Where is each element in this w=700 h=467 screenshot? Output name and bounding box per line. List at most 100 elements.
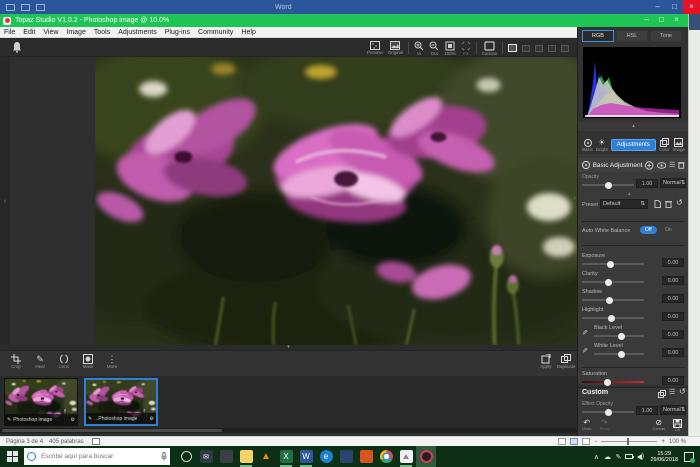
original-button[interactable]: Original xyxy=(388,41,404,55)
tab-adjustments-active[interactable]: Adjustments xyxy=(611,139,656,151)
taskbar-app-dark[interactable] xyxy=(216,446,236,467)
zoom-out-control[interactable]: − xyxy=(594,439,598,445)
redo-icon[interactable] xyxy=(36,4,45,11)
gear-icon[interactable]: ⚙ xyxy=(150,416,154,422)
exposure-value[interactable]: 0.00 xyxy=(662,258,684,267)
ok-button[interactable]: OK xyxy=(673,419,682,432)
reset-preset-icon[interactable]: ↺ xyxy=(676,198,683,207)
gear-icon[interactable]: ⚙ xyxy=(71,417,75,423)
slider-thumb[interactable] xyxy=(608,315,615,322)
left-panel-collapse-handle[interactable]: ‹ xyxy=(0,57,10,345)
taskbar-app-orange[interactable] xyxy=(356,446,376,467)
slider-thumb[interactable] xyxy=(605,409,612,416)
effect-blend-mode-select[interactable]: Normal⇅ xyxy=(660,405,686,415)
awb-off-toggle[interactable]: Off xyxy=(640,226,657,234)
word-close-button[interactable]: × xyxy=(683,0,700,14)
saturation-slider[interactable] xyxy=(582,381,644,383)
redo-button[interactable]: ↷ Redo xyxy=(600,419,610,431)
zoom-out-button[interactable]: Out xyxy=(429,41,439,56)
canvas-button[interactable]: Canvas xyxy=(482,41,497,56)
visibility-eye-icon[interactable] xyxy=(657,162,666,169)
tab-color[interactable]: Color xyxy=(659,138,670,152)
battery-icon[interactable] xyxy=(625,453,633,461)
onedrive-cloud-icon[interactable]: ☁ xyxy=(603,453,611,461)
tray-expand-icon[interactable]: ∧ xyxy=(592,453,600,461)
slider-thumb[interactable] xyxy=(605,279,612,286)
black-level-eyedropper-icon[interactable]: ✎ xyxy=(582,329,588,337)
web-layout-icon[interactable] xyxy=(582,438,590,445)
awb-on-toggle[interactable]: On xyxy=(660,226,677,234)
tab-basic[interactable]: Basic xyxy=(582,139,593,152)
white-level-eyedropper-icon[interactable]: ✎ xyxy=(582,347,588,355)
highlight-value[interactable]: 0.00 xyxy=(662,312,684,321)
word-word-count[interactable]: 405 palabras xyxy=(49,439,84,445)
menu-icon[interactable]: ☰ xyxy=(669,161,675,169)
zoom-100-button[interactable]: 100% xyxy=(444,41,456,56)
menu-image[interactable]: Image xyxy=(62,29,89,36)
shadow-value[interactable]: 0.00 xyxy=(662,294,684,303)
filmstrip-item[interactable]: ✎ Photoshop image ⚙ xyxy=(4,378,78,426)
menu-view[interactable]: View xyxy=(39,29,62,36)
taskbar-search[interactable] xyxy=(24,448,170,465)
shadow-slider[interactable] xyxy=(582,299,644,301)
word-zoom-slider[interactable] xyxy=(601,441,657,442)
save-icon[interactable] xyxy=(6,4,15,11)
histogram-tab-hsl[interactable]: HSL xyxy=(616,30,648,42)
slider-thumb[interactable] xyxy=(618,351,625,358)
word-page-indicator[interactable]: Página 3 de 4 xyxy=(6,439,43,445)
white-level-slider[interactable] xyxy=(594,353,644,355)
save-preset-icon[interactable] xyxy=(654,200,661,208)
white-level-value[interactable]: 0.00 xyxy=(662,348,684,357)
black-level-slider[interactable] xyxy=(594,335,644,337)
view-side-by-side-button[interactable] xyxy=(548,45,556,52)
lens-tool-button[interactable]: Lens xyxy=(54,354,74,369)
histogram-tab-rgb[interactable]: RGB xyxy=(582,30,614,42)
taskbar-app-blue[interactable] xyxy=(336,446,356,467)
preview-button[interactable]: Preview xyxy=(367,41,383,55)
clarity-slider[interactable] xyxy=(582,281,644,283)
more-tools-button[interactable]: ⋮ More xyxy=(102,354,122,369)
zoom-fit-button[interactable]: Fit xyxy=(461,41,471,56)
zoom-in-button[interactable]: In xyxy=(414,41,424,56)
view-single-button[interactable] xyxy=(508,44,517,52)
taskbar-cortana-circle[interactable] xyxy=(176,446,196,467)
effect-opacity-slider[interactable] xyxy=(582,411,634,413)
histogram-collapse-bar[interactable]: ▴ xyxy=(578,122,689,131)
tab-image[interactable]: Image xyxy=(672,138,685,152)
heal-tool-button[interactable]: ✎ Heal xyxy=(30,354,50,369)
list-icon[interactable]: ☰ xyxy=(669,388,675,396)
taskbar-word[interactable]: W xyxy=(296,446,316,467)
view-split-vertical-button[interactable] xyxy=(535,45,543,52)
apply-button[interactable]: Apply xyxy=(536,354,556,369)
slider-thumb[interactable] xyxy=(606,297,613,304)
taskbar-mail[interactable]: ✉ xyxy=(196,446,216,467)
spellcheck-icon[interactable] xyxy=(92,438,100,445)
undo-button[interactable]: ↶ Undo xyxy=(582,419,592,431)
slider-thumb[interactable] xyxy=(605,182,612,189)
cancel-button[interactable]: ⊘ Cancel xyxy=(653,419,665,432)
taskbar-clock[interactable]: 15:29 29/06/2018 xyxy=(650,451,678,463)
view-split-horizontal-button[interactable] xyxy=(522,45,530,52)
start-button[interactable] xyxy=(0,446,24,467)
stack-icon[interactable] xyxy=(658,390,666,398)
opacity-value[interactable]: 1.00 xyxy=(636,179,658,188)
scrollbar-thumb[interactable] xyxy=(2,429,222,432)
blend-mode-select[interactable]: Normal⇅ xyxy=(660,178,686,188)
taskbar-file-explorer[interactable] xyxy=(236,446,256,467)
taskbar-topaz-active[interactable] xyxy=(416,446,436,467)
section-collapse-chevron[interactable]: ▴ xyxy=(628,191,631,197)
topaz-minimize-button[interactable]: – xyxy=(639,14,654,27)
menu-plugins[interactable]: Plug-ins xyxy=(161,29,194,36)
taskbar-vlc[interactable]: ▲ xyxy=(256,446,276,467)
taskbar-edge[interactable]: e xyxy=(316,446,336,467)
opacity-slider[interactable] xyxy=(582,184,634,186)
trash-icon[interactable] xyxy=(678,161,685,169)
menu-adjustments[interactable]: Adjustments xyxy=(114,29,161,36)
menu-help[interactable]: Help xyxy=(237,29,259,36)
basic-adjustment-header[interactable]: Basic Adjustment ☰ xyxy=(578,158,689,172)
saturation-value[interactable]: 0.00 xyxy=(662,376,684,385)
slider-thumb[interactable] xyxy=(604,379,611,386)
right-panel-collapse-handle[interactable]: › xyxy=(574,195,576,202)
word-minimize-button[interactable]: – xyxy=(649,0,666,14)
topaz-close-button[interactable]: × xyxy=(669,14,684,27)
